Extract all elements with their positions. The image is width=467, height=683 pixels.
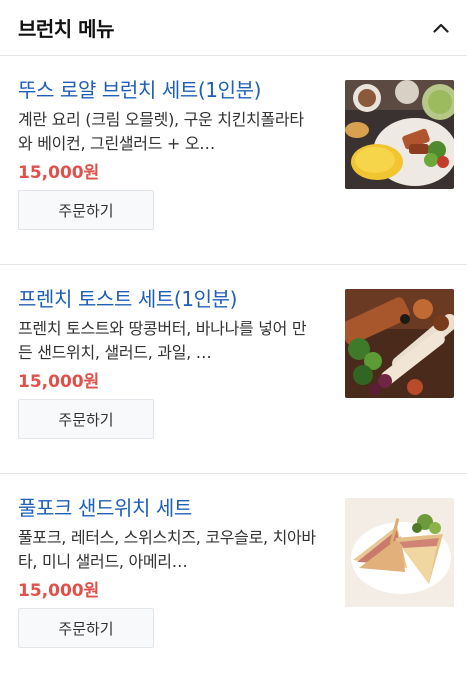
chevron-up-icon [433,18,449,37]
menu-item-info: 풀포크 샌드위치 세트 풀포크, 레터스, 스위스치즈, 코우슬로, 치아바타,… [18,496,318,602]
menu-item-price: 15,000원 [18,163,100,183]
brunch-set-photo[interactable] [345,80,454,189]
order-button[interactable]: 주문하기 [18,399,154,439]
menu-item-title[interactable]: 뚜스 로얄 브런치 세트(1인분) [18,78,318,102]
menu-item-description: 프렌치 토스트와 땅콩버터, 바나나를 넣어 만든 샌드위치, 샐러드, 과일,… [18,319,307,362]
menu-item: 풀포크 샌드위치 세트 풀포크, 레터스, 스위스치즈, 코우슬로, 치아바타,… [0,474,467,683]
menu-list: 뚜스 로얄 브런치 세트(1인분) 계란 요리 (크림 오믈렛), 구운 치킨치… [0,56,467,683]
section-header: 브런치 메뉴 [0,0,467,56]
menu-item-price: 15,000원 [18,581,100,601]
collapse-toggle[interactable] [429,16,453,40]
pulled-pork-sandwich-photo[interactable] [345,498,454,607]
menu-item-title[interactable]: 풀포크 샌드위치 세트 [18,496,318,520]
french-toast-photo[interactable] [345,289,454,398]
menu-item: 뚜스 로얄 브런치 세트(1인분) 계란 요리 (크림 오믈렛), 구운 치킨치… [0,56,467,265]
section-title: 브런치 메뉴 [18,17,114,41]
menu-item-info: 뚜스 로얄 브런치 세트(1인분) 계란 요리 (크림 오믈렛), 구운 치킨치… [18,78,318,184]
menu-item-price: 15,000원 [18,372,100,392]
menu-item-info: 프렌치 토스트 세트(1인분) 프렌치 토스트와 땅콩버터, 바나나를 넣어 만… [18,287,318,393]
menu-item-description: 풀포크, 레터스, 스위스치즈, 코우슬로, 치아바타, 미니 샐러드, 아메리… [18,528,316,571]
order-button[interactable]: 주문하기 [18,190,154,230]
menu-item-description: 계란 요리 (크림 오믈렛), 구운 치킨치폴라타와 베이컨, 그린샐러드 + … [18,110,304,153]
menu-item-title[interactable]: 프렌치 토스트 세트(1인분) [18,287,318,311]
order-button[interactable]: 주문하기 [18,608,154,648]
menu-item: 프렌치 토스트 세트(1인분) 프렌치 토스트와 땅콩버터, 바나나를 넣어 만… [0,265,467,474]
